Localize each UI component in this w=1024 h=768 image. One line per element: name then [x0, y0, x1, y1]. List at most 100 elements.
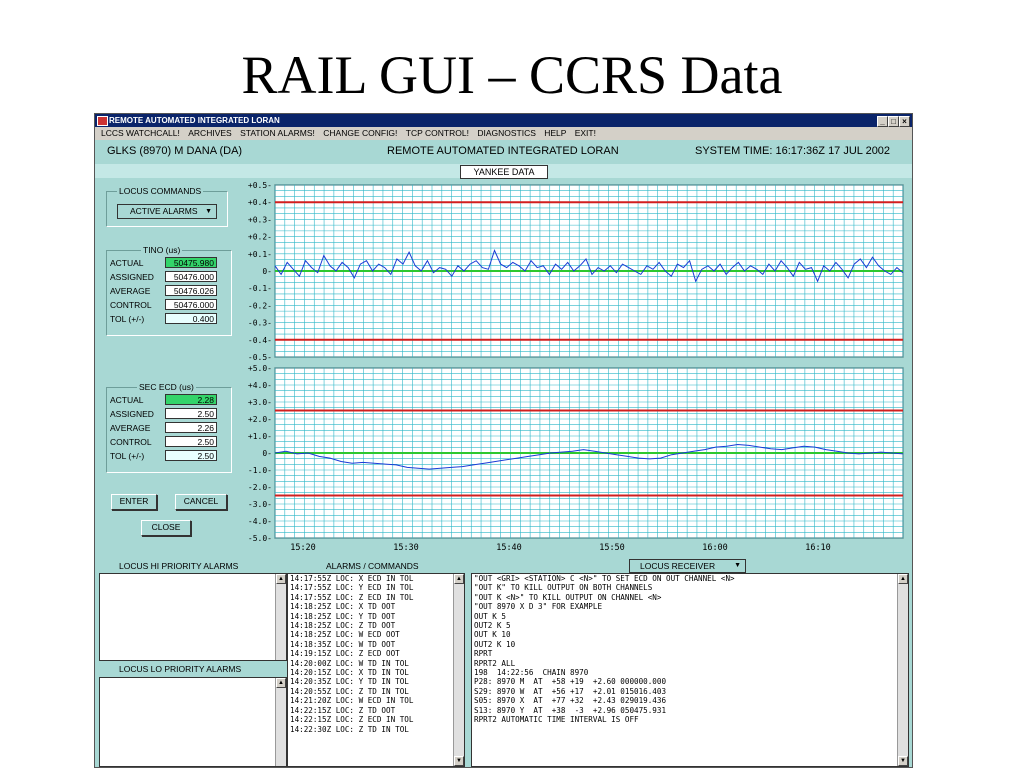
bottom-panel: LOCUS HI PRIORITY ALARMS ▲ LOCUS LO PRIO…	[95, 557, 912, 767]
command-line: "OUT K" TO KILL OUTPUT ON BOTH CHANNELS	[474, 583, 653, 593]
scroll-up-icon[interactable]: ▲	[454, 574, 464, 584]
field-label: ASSIGNED	[110, 272, 154, 282]
locus-commands-label: LOCUS COMMANDS	[117, 186, 204, 196]
command-line: RPRT	[474, 649, 493, 659]
locus-commands-select[interactable]: ACTIVE ALARMS ▼	[117, 204, 217, 219]
menu-change-config[interactable]: CHANGE CONFIG!	[323, 128, 397, 138]
field-label: ACTUAL	[110, 395, 144, 405]
field-label: TOL (+/-)	[110, 314, 145, 324]
y-tick-label: -1.0-	[248, 466, 272, 475]
alarms-commands-label: ALARMS / COMMANDS	[326, 561, 419, 571]
close-dialog-button[interactable]: CLOSE	[141, 520, 191, 536]
x-tick-label: 15:20	[290, 543, 316, 553]
y-tick-label: +5.0-	[248, 364, 272, 373]
tab-yankee-data[interactable]: YANKEE DATA	[460, 165, 548, 179]
y-tick-label: +0.2-	[248, 233, 272, 242]
y-tick-label: +3.0-	[248, 398, 272, 407]
tino-row-assigned: ASSIGNED 50476.000	[107, 270, 227, 284]
ecd-average-field[interactable]: 2.26	[165, 422, 217, 433]
y-tick-label: +2.0-	[248, 415, 272, 424]
menu-tcp-control[interactable]: TCP CONTROL!	[406, 128, 469, 138]
command-line: OUT2 K 10	[474, 639, 516, 649]
close-button[interactable]: ×	[899, 116, 910, 127]
y-tick-label: 0-	[262, 449, 272, 458]
command-line: OUT K 10	[474, 630, 511, 640]
command-output[interactable]: "OUT <GRI> <STATION> C <N>" TO SET ECD O…	[471, 573, 909, 767]
slide-title: RAIL GUI – CCRS Data	[241, 45, 783, 105]
ecd-control-field[interactable]: 2.50	[165, 436, 217, 447]
alarm-line: 14:20:15Z LOC: X TD IN TOL	[290, 668, 409, 678]
alarm-line: 14:18:25Z LOC: Z TD OOT	[290, 621, 396, 631]
y-tick-label: -2.0-	[248, 483, 272, 492]
y-tick-label: +0.3-	[248, 215, 272, 224]
tino-average-field[interactable]: 50476.026	[165, 285, 217, 296]
menu-help[interactable]: HELP	[544, 128, 566, 138]
alarm-line: 14:17:55Z LOC: Y ECD IN TOL	[290, 583, 414, 593]
menu-station-alarms[interactable]: STATION ALARMS!	[240, 128, 315, 138]
scroll-up-icon[interactable]: ▲	[898, 574, 908, 584]
y-tick-label: 0-	[262, 267, 272, 276]
ecd-actual-field[interactable]: 2.28	[165, 394, 217, 405]
alarm-line: 14:19:15Z LOC: Z ECD OOT	[290, 649, 400, 659]
menu-lccs-watchcall[interactable]: LCCS WATCHCALL!	[101, 128, 180, 138]
menu-exit[interactable]: EXIT!	[575, 128, 596, 138]
y-tick-label: -5.0-	[248, 534, 272, 543]
command-scrollbar[interactable]: ▲ ▼	[897, 574, 908, 766]
tino-actual-field[interactable]: 50475.980	[165, 257, 217, 268]
alarm-line: 14:17:55Z LOC: X ECD IN TOL	[290, 574, 414, 583]
system-time: SYSTEM TIME: 16:17:36Z 17 JUL 2002	[695, 145, 891, 157]
field-label: AVERAGE	[110, 286, 151, 296]
y-tick-label: +0.4-	[248, 198, 272, 207]
alarm-line: 14:22:15Z LOC: Z TD OOT	[290, 705, 396, 715]
scroll-up-icon[interactable]: ▲	[276, 678, 286, 688]
y-tick-label: +1.0-	[248, 432, 272, 441]
command-line: S05: 8970 X AT +77 +32 +2.43 029019.436	[474, 696, 667, 706]
scroll-down-icon[interactable]: ▼	[898, 756, 908, 766]
alarm-line: 14:17:55Z LOC: Z ECD IN TOL	[290, 592, 414, 602]
minimize-button[interactable]: _	[877, 116, 888, 127]
hi-priority-alarm-list[interactable]: ▲	[99, 573, 287, 661]
alarm-line: 14:18:25Z LOC: X TD OOT	[290, 602, 396, 612]
tino-group: TINO (us) ACTUAL 50475.980 ASSIGNED 50476.…	[106, 245, 232, 336]
y-tick-label: +0.5-	[248, 181, 272, 190]
alarm-line: 14:20:00Z LOC: W TD IN TOL	[290, 658, 409, 668]
enter-button[interactable]: ENTER	[111, 494, 157, 510]
ecd-row-average: AVERAGE 2.26	[107, 421, 227, 435]
menu-archives[interactable]: ARCHIVES	[188, 128, 231, 138]
ecd-assigned-field[interactable]: 2.50	[165, 408, 217, 419]
command-line: P28: 8970 M AT +58 +19 +2.60 000000.000	[474, 677, 667, 687]
field-label: TOL (+/-)	[110, 451, 145, 461]
info-bar: GLKS (8970) M DANA (DA) REMOTE AUTOMATED…	[95, 142, 912, 161]
y-tick-label: -0.1-	[248, 284, 272, 293]
alarms-list[interactable]: 14:17:55Z LOC: X ECD IN TOL 14:17:55Z LOC…	[287, 573, 465, 767]
window-titlebar: REMOTE AUTOMATED INTEGRATED LORAN _ □ ×	[95, 114, 912, 127]
y-tick-label: -0.3-	[248, 319, 272, 328]
scroll-down-icon[interactable]: ▼	[454, 756, 464, 766]
lo-priority-alarm-list[interactable]: ▲	[99, 677, 287, 767]
locus-commands-value: ACTIVE ALARMS	[130, 206, 198, 216]
menu-diagnostics[interactable]: DIAGNOSTICS	[477, 128, 536, 138]
alarm-line: 14:18:25Z LOC: Y TD OOT	[290, 611, 396, 621]
alarm-line: 14:22:15Z LOC: Z ECD IN TOL	[290, 715, 414, 725]
y-tick-label: -3.0-	[248, 500, 272, 509]
field-label: CONTROL	[110, 300, 152, 310]
alarms-scrollbar[interactable]: ▲ ▼	[453, 574, 464, 766]
maximize-button[interactable]: □	[888, 116, 899, 127]
field-label: ASSIGNED	[110, 409, 154, 419]
app-name-label: REMOTE AUTOMATED INTEGRATED LORAN	[387, 145, 619, 157]
tino-row-control: CONTROL 50476.000	[107, 298, 227, 312]
menu-bar: LCCS WATCHCALL! ARCHIVES STATION ALARMS!…	[95, 127, 912, 140]
hi-scrollbar[interactable]: ▲	[275, 574, 286, 660]
command-line: S13: 8970 Y AT +38 -3 +2.96 050475.931	[474, 705, 667, 715]
tino-tol-field[interactable]: 0.400	[165, 313, 217, 324]
tino-assigned-field[interactable]: 50476.000	[165, 271, 217, 282]
locus-receiver-select[interactable]: LOCUS RECEIVER ▼	[629, 559, 746, 573]
cancel-button[interactable]: CANCEL	[175, 494, 227, 510]
ecd-tol-field[interactable]: 2.50	[165, 450, 217, 461]
station-id: GLKS (8970) M DANA (DA)	[107, 145, 243, 157]
tino-control-field[interactable]: 50476.000	[165, 299, 217, 310]
lo-scrollbar[interactable]: ▲	[275, 678, 286, 766]
alarm-line: 14:18:35Z LOC: W TD OOT	[290, 639, 396, 649]
scroll-up-icon[interactable]: ▲	[276, 574, 286, 584]
command-line: "OUT K <N>" TO KILL OUTPUT ON CHANNEL <N…	[474, 592, 662, 602]
